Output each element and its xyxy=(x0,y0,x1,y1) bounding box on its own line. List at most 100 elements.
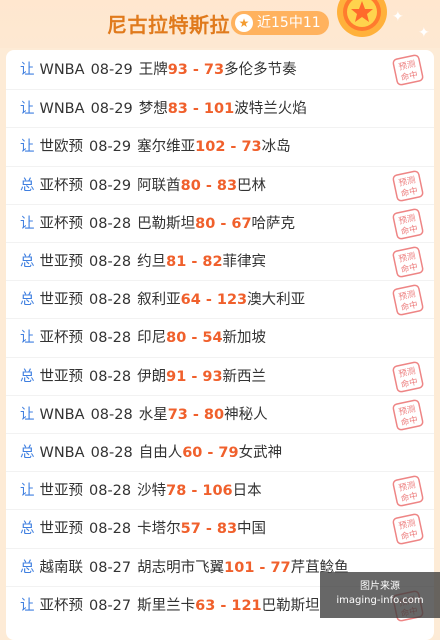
score-separator: - xyxy=(205,177,212,194)
watermark: 图片来源 imaging-info.com xyxy=(320,572,440,618)
home-score: 80 xyxy=(180,177,201,194)
prediction-row[interactable]: 让 WNBA 08-29 梦想83-101波特兰火焰 xyxy=(6,89,434,128)
bet-type-label: 总 xyxy=(20,521,35,538)
league-label: WNBA xyxy=(39,101,85,118)
bet-type-label: 让 xyxy=(20,597,35,614)
bet-type-label: 让 xyxy=(20,406,35,423)
match-date: 08-29 xyxy=(89,177,132,194)
prediction-row[interactable]: 让世欧预 08-29 塞尔维亚102-73冰岛 xyxy=(6,127,434,166)
home-score: 101 xyxy=(224,559,255,576)
record-badge: ★ 近15中11 xyxy=(231,11,329,35)
away-team: 巴勒斯坦 xyxy=(261,597,320,614)
score-separator: - xyxy=(192,406,199,423)
league-label: 世亚预 xyxy=(39,521,84,538)
prediction-hit-stamp: 预测命中 xyxy=(392,54,424,86)
score-separator: - xyxy=(191,483,198,500)
page-title: 尼古拉特斯拉 xyxy=(107,13,230,37)
league-label: 亚杯预 xyxy=(39,215,84,232)
prediction-row[interactable]: 让亚杯预 08-28 巴勒斯坦80-67哈萨克 预测 命中 xyxy=(6,203,434,243)
league-label: WNBA xyxy=(39,62,85,78)
record-badge-text: 近15中11 xyxy=(257,15,321,31)
match-date: 08-28 xyxy=(90,445,133,461)
prediction-hit-stamp: 预测命中 xyxy=(392,399,424,431)
prediction-row-text: 总越南联 08-27 胡志明市飞翼101-77芹苴鲶鱼 xyxy=(20,549,349,587)
match-date: 08-28 xyxy=(89,368,132,385)
prediction-row[interactable]: 让亚杯预 08-28 印尼80-54新加坡 xyxy=(6,318,434,357)
away-score: 83 xyxy=(216,177,238,194)
home-score: 64 xyxy=(180,292,201,309)
prediction-hit-stamp: 预测命中 xyxy=(392,284,424,316)
prediction-row[interactable]: 让 WNBA 08-29 王牌93-73多伦多节奏 预测 命中 xyxy=(6,51,434,89)
prediction-row-text: 总世亚预 08-28 约旦81-82菲律宾 xyxy=(20,243,266,281)
score-separator: - xyxy=(191,368,198,385)
prediction-row[interactable]: 总世亚预 08-28 叙利亚64-123澳大利亚 预测 命中 xyxy=(6,280,434,319)
home-score: 80 xyxy=(195,215,216,232)
prediction-row-text: 让 WNBA 08-29 梦想83-101波特兰火焰 xyxy=(20,90,307,128)
home-team: 巴勒斯坦 xyxy=(137,215,196,232)
away-score: 82 xyxy=(202,254,223,270)
away-team: 冰岛 xyxy=(261,139,291,156)
prediction-row-text: 让 WNBA 08-29 王牌93-73多伦多节奏 xyxy=(20,51,297,89)
away-team: 神秘人 xyxy=(224,406,268,423)
away-score: 77 xyxy=(270,559,291,576)
away-score: 93 xyxy=(202,368,223,385)
league-label: 世亚预 xyxy=(39,292,84,309)
prediction-row[interactable]: 让世亚预 08-28 沙特78-106日本 预测 命中 xyxy=(6,471,434,510)
prediction-row[interactable]: 总 WNBA 08-28 自由人60-79女武神 xyxy=(6,433,434,472)
home-team: 自由人 xyxy=(138,445,183,461)
league-label: 亚杯预 xyxy=(39,330,84,347)
prediction-row[interactable]: 让 WNBA 08-28 水星73-80神秘人 预测 命中 xyxy=(6,394,434,434)
away-team: 中国 xyxy=(237,521,267,538)
bet-type-label: 总 xyxy=(20,254,35,270)
prediction-row-text: 让亚杯预 08-27 斯里兰卡63-121巴勒斯坦 xyxy=(20,587,320,625)
home-score: 73 xyxy=(167,406,188,423)
home-score: 83 xyxy=(167,101,188,118)
prediction-row[interactable]: 总世亚预 08-28 伊朗91-93新西兰 预测 命中 xyxy=(6,356,434,396)
away-score: 67 xyxy=(231,215,252,232)
prediction-hit-stamp: 预测命中 xyxy=(392,361,424,393)
score-separator: - xyxy=(205,521,212,538)
away-score: 123 xyxy=(216,292,248,309)
score-separator: - xyxy=(192,62,199,78)
prediction-row-text: 总 WNBA 08-28 自由人60-79女武神 xyxy=(20,434,282,472)
prediction-row-text: 总世亚预 08-28 叙利亚64-123澳大利亚 xyxy=(20,281,305,319)
medal-icon xyxy=(337,0,387,37)
prediction-row[interactable]: 总亚杯预 08-29 阿联酋80-83巴林 预测 命中 xyxy=(6,165,434,205)
away-score: 54 xyxy=(202,330,223,347)
bet-type-label: 让 xyxy=(20,330,35,347)
match-date: 08-29 xyxy=(89,139,132,156)
league-label: 世欧预 xyxy=(39,139,84,156)
prediction-row[interactable]: 总世亚预 08-28 约旦81-82菲律宾 预测 命中 xyxy=(6,242,434,281)
bet-type-label: 总 xyxy=(20,177,35,194)
home-score: 60 xyxy=(182,445,203,461)
prediction-row[interactable]: 总世亚预 08-28 卡塔尔57-83中国 预测 命中 xyxy=(6,509,434,548)
away-team: 波特兰火焰 xyxy=(234,101,307,118)
bet-type-label: 让 xyxy=(20,483,35,500)
bet-type-label: 让 xyxy=(20,215,35,232)
home-team: 叙利亚 xyxy=(137,292,181,309)
header-bar: 尼古拉特斯拉 ★ 近15中11 ✦ ✦ xyxy=(0,0,440,48)
away-team: 女武神 xyxy=(238,445,283,461)
home-team: 印尼 xyxy=(137,330,167,347)
match-date: 08-28 xyxy=(89,254,132,270)
bet-type-label: 总 xyxy=(20,559,35,576)
away-score: 83 xyxy=(216,521,238,538)
home-score: 102 xyxy=(195,139,226,156)
match-date: 08-27 xyxy=(89,597,132,614)
bet-type-label: 让 xyxy=(20,139,35,156)
league-label: 越南联 xyxy=(39,559,84,576)
prediction-hit-stamp: 预测命中 xyxy=(392,170,424,202)
bet-type-label: 让 xyxy=(20,62,35,78)
match-date: 08-28 xyxy=(89,521,132,538)
score-separator: - xyxy=(192,101,199,118)
star-icon: ★ xyxy=(235,14,253,32)
league-label: 亚杯预 xyxy=(39,597,84,614)
prediction-row-text: 总世亚预 08-28 伊朗91-93新西兰 xyxy=(20,358,266,396)
league-label: 世亚预 xyxy=(39,254,84,270)
prediction-row-text: 让世亚预 08-28 沙特78-106日本 xyxy=(20,472,262,510)
home-team: 阿联酋 xyxy=(137,177,181,194)
league-label: WNBA xyxy=(39,445,85,461)
match-date: 08-28 xyxy=(89,483,132,500)
home-team: 斯里兰卡 xyxy=(137,597,196,614)
home-score: 63 xyxy=(195,597,216,614)
